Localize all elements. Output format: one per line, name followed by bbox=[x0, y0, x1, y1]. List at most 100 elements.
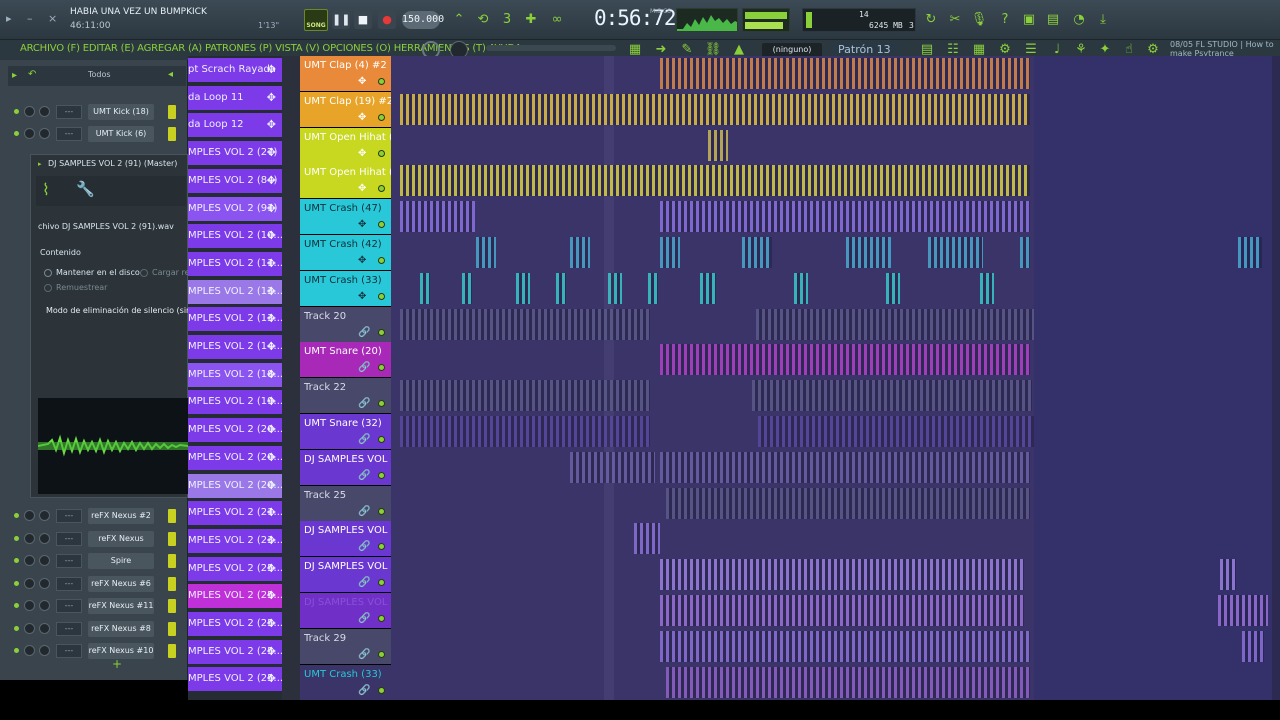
channel-mute-led[interactable] bbox=[14, 580, 19, 586]
playlist-clip[interactable] bbox=[708, 129, 728, 161]
track-header[interactable]: DJ SAMPLES VOL 2... 🔗 bbox=[300, 593, 391, 628]
channel-pan-knob[interactable] bbox=[24, 532, 35, 544]
move-icon[interactable]: ✥ bbox=[358, 147, 366, 161]
track-enable-led[interactable] bbox=[378, 78, 385, 85]
link-icon[interactable]: 🔗 bbox=[358, 469, 370, 483]
channel-select[interactable] bbox=[168, 576, 176, 591]
playlist-clip[interactable] bbox=[516, 272, 530, 304]
playlist-clip[interactable] bbox=[666, 666, 1030, 698]
countdown-icon[interactable]: 3 bbox=[498, 11, 516, 29]
channel-mute-led[interactable] bbox=[14, 513, 19, 518]
channel-mixer-track[interactable]: --- bbox=[56, 644, 82, 658]
track-enable-led[interactable] bbox=[378, 471, 385, 479]
playlist-clip[interactable] bbox=[660, 201, 1030, 233]
channel-mute-led[interactable] bbox=[14, 535, 19, 541]
playlist-clip[interactable] bbox=[660, 595, 1024, 626]
channel-mute-led[interactable] bbox=[14, 131, 19, 136]
pattern-list-item[interactable]: MPLES VOL 2 (18... ✥ bbox=[188, 362, 282, 387]
main-menu[interactable]: ARCHIVO (F) EDITAR (E) AGREGAR (A) PATRO… bbox=[20, 43, 522, 54]
channel-mixer-track[interactable]: --- bbox=[56, 576, 82, 591]
mic-icon[interactable]: 🎙 bbox=[970, 11, 988, 29]
pattern-drag-icon[interactable]: ✥ bbox=[267, 58, 276, 82]
pattern-drag-icon[interactable]: ✥ bbox=[267, 474, 276, 498]
track-enable-led[interactable] bbox=[378, 364, 385, 372]
track-enable-led[interactable] bbox=[378, 686, 385, 694]
channel-row[interactable]: --- reFX Nexus bbox=[8, 529, 188, 549]
playlist-clip[interactable] bbox=[660, 58, 1030, 89]
channel-filter[interactable]: Todos bbox=[88, 70, 111, 79]
playlist-scrollbar[interactable] bbox=[1272, 56, 1280, 700]
playlist-clip[interactable] bbox=[846, 237, 891, 268]
playlist-clip[interactable] bbox=[648, 272, 658, 304]
move-icon[interactable]: ✥ bbox=[358, 182, 366, 196]
channel-mute-led[interactable] bbox=[14, 558, 19, 563]
track-header[interactable]: DJ SAMPLES VOL 2... 🔗 bbox=[300, 557, 391, 593]
channel-name-button[interactable]: reFX Nexus #6 bbox=[88, 575, 154, 592]
pattern-drag-icon[interactable]: ✥ bbox=[267, 197, 276, 221]
metronome-icon[interactable]: ⌃ bbox=[450, 11, 468, 29]
track-header[interactable]: UMT Open Hihat (2... ✥ bbox=[300, 127, 391, 163]
resample-radio[interactable] bbox=[44, 284, 52, 292]
pattern-drag-icon[interactable]: ✥ bbox=[267, 584, 276, 608]
pattern-list-item[interactable]: MPLES VOL 2 (25... ✥ bbox=[188, 639, 282, 664]
pattern-drag-icon[interactable]: ✥ bbox=[267, 141, 276, 165]
move-icon[interactable]: ✥ bbox=[358, 254, 366, 268]
record-icon[interactable]: ● bbox=[378, 11, 396, 29]
undo-icon[interactable]: ↶ bbox=[28, 69, 36, 80]
snap-selector[interactable]: (ninguno) bbox=[762, 43, 822, 57]
channel-row[interactable]: --- reFX Nexus #8 bbox=[8, 619, 188, 639]
add-channel-button[interactable]: + bbox=[112, 657, 122, 671]
track-enable-led[interactable] bbox=[378, 579, 385, 587]
pattern-list-item[interactable]: MPLES VOL 2 (10... ✥ bbox=[188, 224, 282, 249]
tempo-display[interactable]: 150.000 bbox=[402, 11, 444, 29]
channel-row[interactable]: --- UMT Kick (18) bbox=[8, 102, 188, 122]
track-enable-led[interactable] bbox=[378, 436, 385, 443]
channel-pan-knob[interactable] bbox=[24, 510, 35, 521]
playlist-clip[interactable] bbox=[400, 308, 650, 340]
channel-name-button[interactable]: reFX Nexus #8 bbox=[88, 620, 154, 637]
channel-volume-knob[interactable] bbox=[39, 645, 50, 656]
link-icon[interactable]: 🔗 bbox=[358, 397, 370, 411]
track-header[interactable]: UMT Snare (20) 🔗 bbox=[300, 342, 391, 378]
pattern-list-item[interactable]: MPLES VOL 2 (13... ✥ bbox=[188, 279, 282, 304]
channel-pan-knob[interactable] bbox=[24, 106, 35, 117]
playlist-clip[interactable] bbox=[928, 237, 983, 268]
channel-volume-knob[interactable] bbox=[39, 106, 50, 117]
channel-mute-led[interactable] bbox=[14, 648, 19, 653]
track-enable-led[interactable] bbox=[378, 113, 385, 121]
playlist-clip[interactable] bbox=[752, 380, 1032, 412]
playlist-clip[interactable] bbox=[1242, 630, 1264, 662]
pattern-drag-icon[interactable]: ✥ bbox=[267, 667, 276, 691]
link-icon[interactable]: 🔗 bbox=[358, 433, 370, 447]
playlist-clip[interactable] bbox=[666, 487, 1030, 519]
pattern-list-item[interactable]: MPLES VOL 2 (23... ✥ bbox=[188, 528, 282, 553]
track-enable-led[interactable] bbox=[378, 507, 385, 515]
download-icon[interactable]: ⤓ bbox=[1094, 11, 1112, 29]
playlist-clip[interactable] bbox=[400, 165, 1030, 197]
channel-pan-knob[interactable] bbox=[24, 128, 35, 139]
waveform-tab-icon[interactable]: ⌇ bbox=[42, 180, 66, 202]
link-icon[interactable]: 🔗 bbox=[358, 326, 370, 340]
playlist-clip[interactable] bbox=[476, 237, 496, 268]
silence-mode-label[interactable]: Modo de eliminación de silencio (sin b bbox=[46, 306, 199, 315]
playlist-clip[interactable] bbox=[756, 308, 1034, 340]
playlist-clip[interactable] bbox=[1220, 559, 1236, 591]
pattern-drag-icon[interactable]: ✥ bbox=[267, 252, 276, 276]
track-enable-led[interactable] bbox=[378, 543, 385, 551]
channel-name-button[interactable]: UMT Kick (18) bbox=[88, 104, 154, 120]
playlist-clip[interactable] bbox=[1020, 237, 1030, 268]
pattern-list-item[interactable]: MPLES VOL 2 (91) ✥ bbox=[188, 196, 282, 221]
track-header[interactable]: UMT Crash (33) 🔗 bbox=[300, 664, 391, 700]
playlist-clip[interactable] bbox=[608, 272, 622, 304]
pattern-list-item[interactable]: MPLES VOL 2 (25... ✥ bbox=[188, 556, 282, 581]
step-edit-icon[interactable]: ✚ bbox=[522, 11, 540, 29]
pattern-list-item[interactable]: MPLES VOL 2 (20... ✥ bbox=[188, 473, 282, 498]
position-slider[interactable] bbox=[486, 45, 616, 51]
pattern-list-item[interactable]: MPLES VOL 2 (25... ✥ bbox=[188, 612, 282, 636]
move-icon[interactable]: ✥ bbox=[358, 218, 366, 232]
channel-select[interactable] bbox=[168, 127, 176, 141]
channel-mute-led[interactable] bbox=[14, 109, 19, 114]
channel-select[interactable] bbox=[168, 599, 176, 613]
pattern-drag-icon[interactable]: ✥ bbox=[267, 363, 276, 387]
link-icon[interactable]: 🔗 bbox=[358, 612, 370, 626]
